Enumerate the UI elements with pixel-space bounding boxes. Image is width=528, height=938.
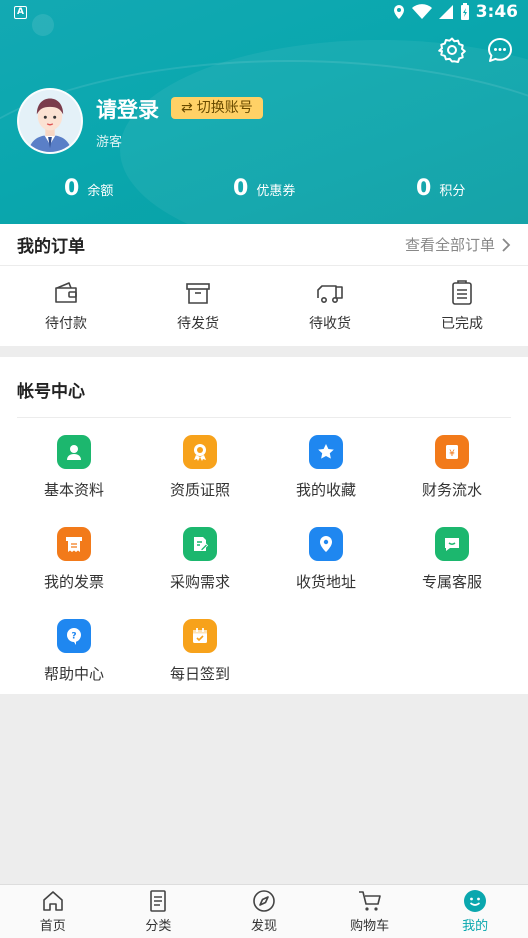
user-role-label: 游客: [96, 135, 123, 150]
tab-home[interactable]: 首页: [0, 885, 106, 938]
finance-icon: ¥: [435, 435, 469, 469]
address-item[interactable]: 收货地址: [260, 527, 392, 592]
tab-discover-label: 发现: [250, 919, 277, 934]
favorites-item[interactable]: 我的收藏: [260, 435, 392, 500]
star-icon: [309, 435, 343, 469]
customer-service-item[interactable]: 专属客服: [386, 527, 518, 592]
tab-mine[interactable]: 我的: [422, 885, 528, 938]
favorites-label: 我的收藏: [295, 481, 356, 499]
basic-info-item[interactable]: 基本资料: [8, 435, 140, 500]
avatar[interactable]: [17, 88, 83, 154]
coupon-value: 0: [233, 176, 249, 201]
tab-discover[interactable]: 发现: [211, 885, 317, 938]
balance-value: 0: [64, 176, 80, 201]
divider: [17, 417, 511, 418]
clock: 3:46: [475, 2, 518, 22]
balance-label: 余额: [87, 184, 114, 199]
daily-checkin-item[interactable]: 每日签到: [134, 619, 266, 684]
cart-icon: [358, 891, 381, 911]
order-completed-label: 已完成: [441, 316, 483, 332]
box-icon: [186, 283, 210, 304]
bottom-tab-bar: 首页 分类 发现 购物车 我的: [0, 884, 528, 938]
tab-category-label: 分类: [145, 919, 172, 934]
profile-header: A 3:46 请登录 ⇄ 切换账号 游客 0 余额 0 优惠券 0 积分: [0, 0, 528, 224]
message-icon[interactable]: [486, 36, 514, 64]
invoice-icon: [57, 527, 91, 561]
switch-account-button[interactable]: ⇄ 切换账号: [171, 97, 263, 119]
settings-gear-icon[interactable]: [438, 36, 466, 64]
finance-label: 财务流水: [421, 481, 482, 499]
status-bar: A 3:46: [0, 0, 528, 28]
tab-category[interactable]: 分类: [106, 885, 212, 938]
my-orders-section: 我的订单 查看全部订单 待付款 待发货 待收货 已完成: [0, 224, 528, 346]
location-status-icon: [393, 5, 404, 19]
signal-icon: [438, 5, 453, 19]
order-pending-shipment-label: 待发货: [177, 316, 219, 332]
points-value: 0: [416, 176, 432, 201]
order-pending-payment[interactable]: 待付款: [0, 266, 132, 346]
help-center-item[interactable]: ? 帮助中心: [8, 619, 140, 684]
invoice-item[interactable]: 我的发票: [8, 527, 140, 592]
order-pending-receipt[interactable]: 待收货: [264, 266, 396, 346]
coupon-label: 优惠券: [256, 184, 296, 199]
purchase-request-label: 采购需求: [169, 573, 230, 591]
tab-home-label: 首页: [39, 919, 66, 934]
wallet-icon: [55, 282, 77, 303]
location-icon: [309, 527, 343, 561]
calendar-icon: [183, 619, 217, 653]
wifi-icon: [411, 4, 432, 19]
battery-icon: [460, 3, 469, 20]
tab-cart-label: 购物车: [350, 919, 390, 934]
compass-icon: [253, 890, 275, 912]
points-label: 积分: [439, 184, 466, 199]
balance-stat[interactable]: 0 余额: [64, 176, 113, 201]
clipboard-icon: [452, 280, 472, 305]
help-icon: ?: [57, 619, 91, 653]
certificate-icon: [183, 435, 217, 469]
daily-checkin-label: 每日签到: [169, 665, 230, 683]
points-stat[interactable]: 0 积分: [416, 176, 465, 201]
order-completed[interactable]: 已完成: [396, 266, 528, 346]
truck-icon: [317, 285, 343, 303]
home-icon: [42, 891, 63, 911]
help-center-label: 帮助中心: [43, 665, 104, 683]
qualification-item[interactable]: 资质证照: [134, 435, 266, 500]
tab-mine-label: 我的: [462, 919, 489, 934]
customer-service-label: 专属客服: [421, 573, 482, 591]
account-center-section: 帐号中心 基本资料 资质证照 我的收藏 ¥ 财务流水 我的发票 采购需求 收货地…: [0, 357, 528, 694]
svg-text:?: ?: [71, 632, 76, 642]
qualification-label: 资质证照: [169, 481, 230, 499]
basic-info-label: 基本资料: [43, 481, 104, 499]
view-all-orders-label: 查看全部订单: [404, 236, 495, 254]
chevron-right-icon: [502, 237, 511, 252]
view-all-orders-link[interactable]: 查看全部订单: [405, 234, 511, 255]
order-pending-payment-label: 待付款: [45, 316, 87, 332]
order-pending-receipt-label: 待收货: [309, 316, 351, 332]
address-label: 收货地址: [295, 573, 356, 591]
smile-icon: [464, 890, 487, 912]
coupon-stat[interactable]: 0 优惠券: [233, 176, 295, 201]
orders-title: 我的订单: [17, 237, 85, 257]
switch-arrows-icon: ⇄: [181, 100, 193, 116]
invoice-label: 我的发票: [43, 573, 104, 591]
tab-cart[interactable]: 购物车: [317, 885, 423, 938]
user-icon: [57, 435, 91, 469]
svg-text:¥: ¥: [449, 449, 455, 459]
edit-icon: [183, 527, 217, 561]
account-center-title: 帐号中心: [17, 382, 85, 402]
finance-item[interactable]: ¥ 财务流水: [386, 435, 518, 500]
chat-icon: [435, 527, 469, 561]
switch-account-label: 切换账号: [196, 100, 253, 116]
purchase-request-item[interactable]: 采购需求: [134, 527, 266, 592]
notification-icon: A: [14, 6, 27, 19]
login-prompt[interactable]: 请登录: [96, 94, 159, 124]
order-pending-shipment[interactable]: 待发货: [132, 266, 264, 346]
list-icon: [150, 890, 167, 912]
